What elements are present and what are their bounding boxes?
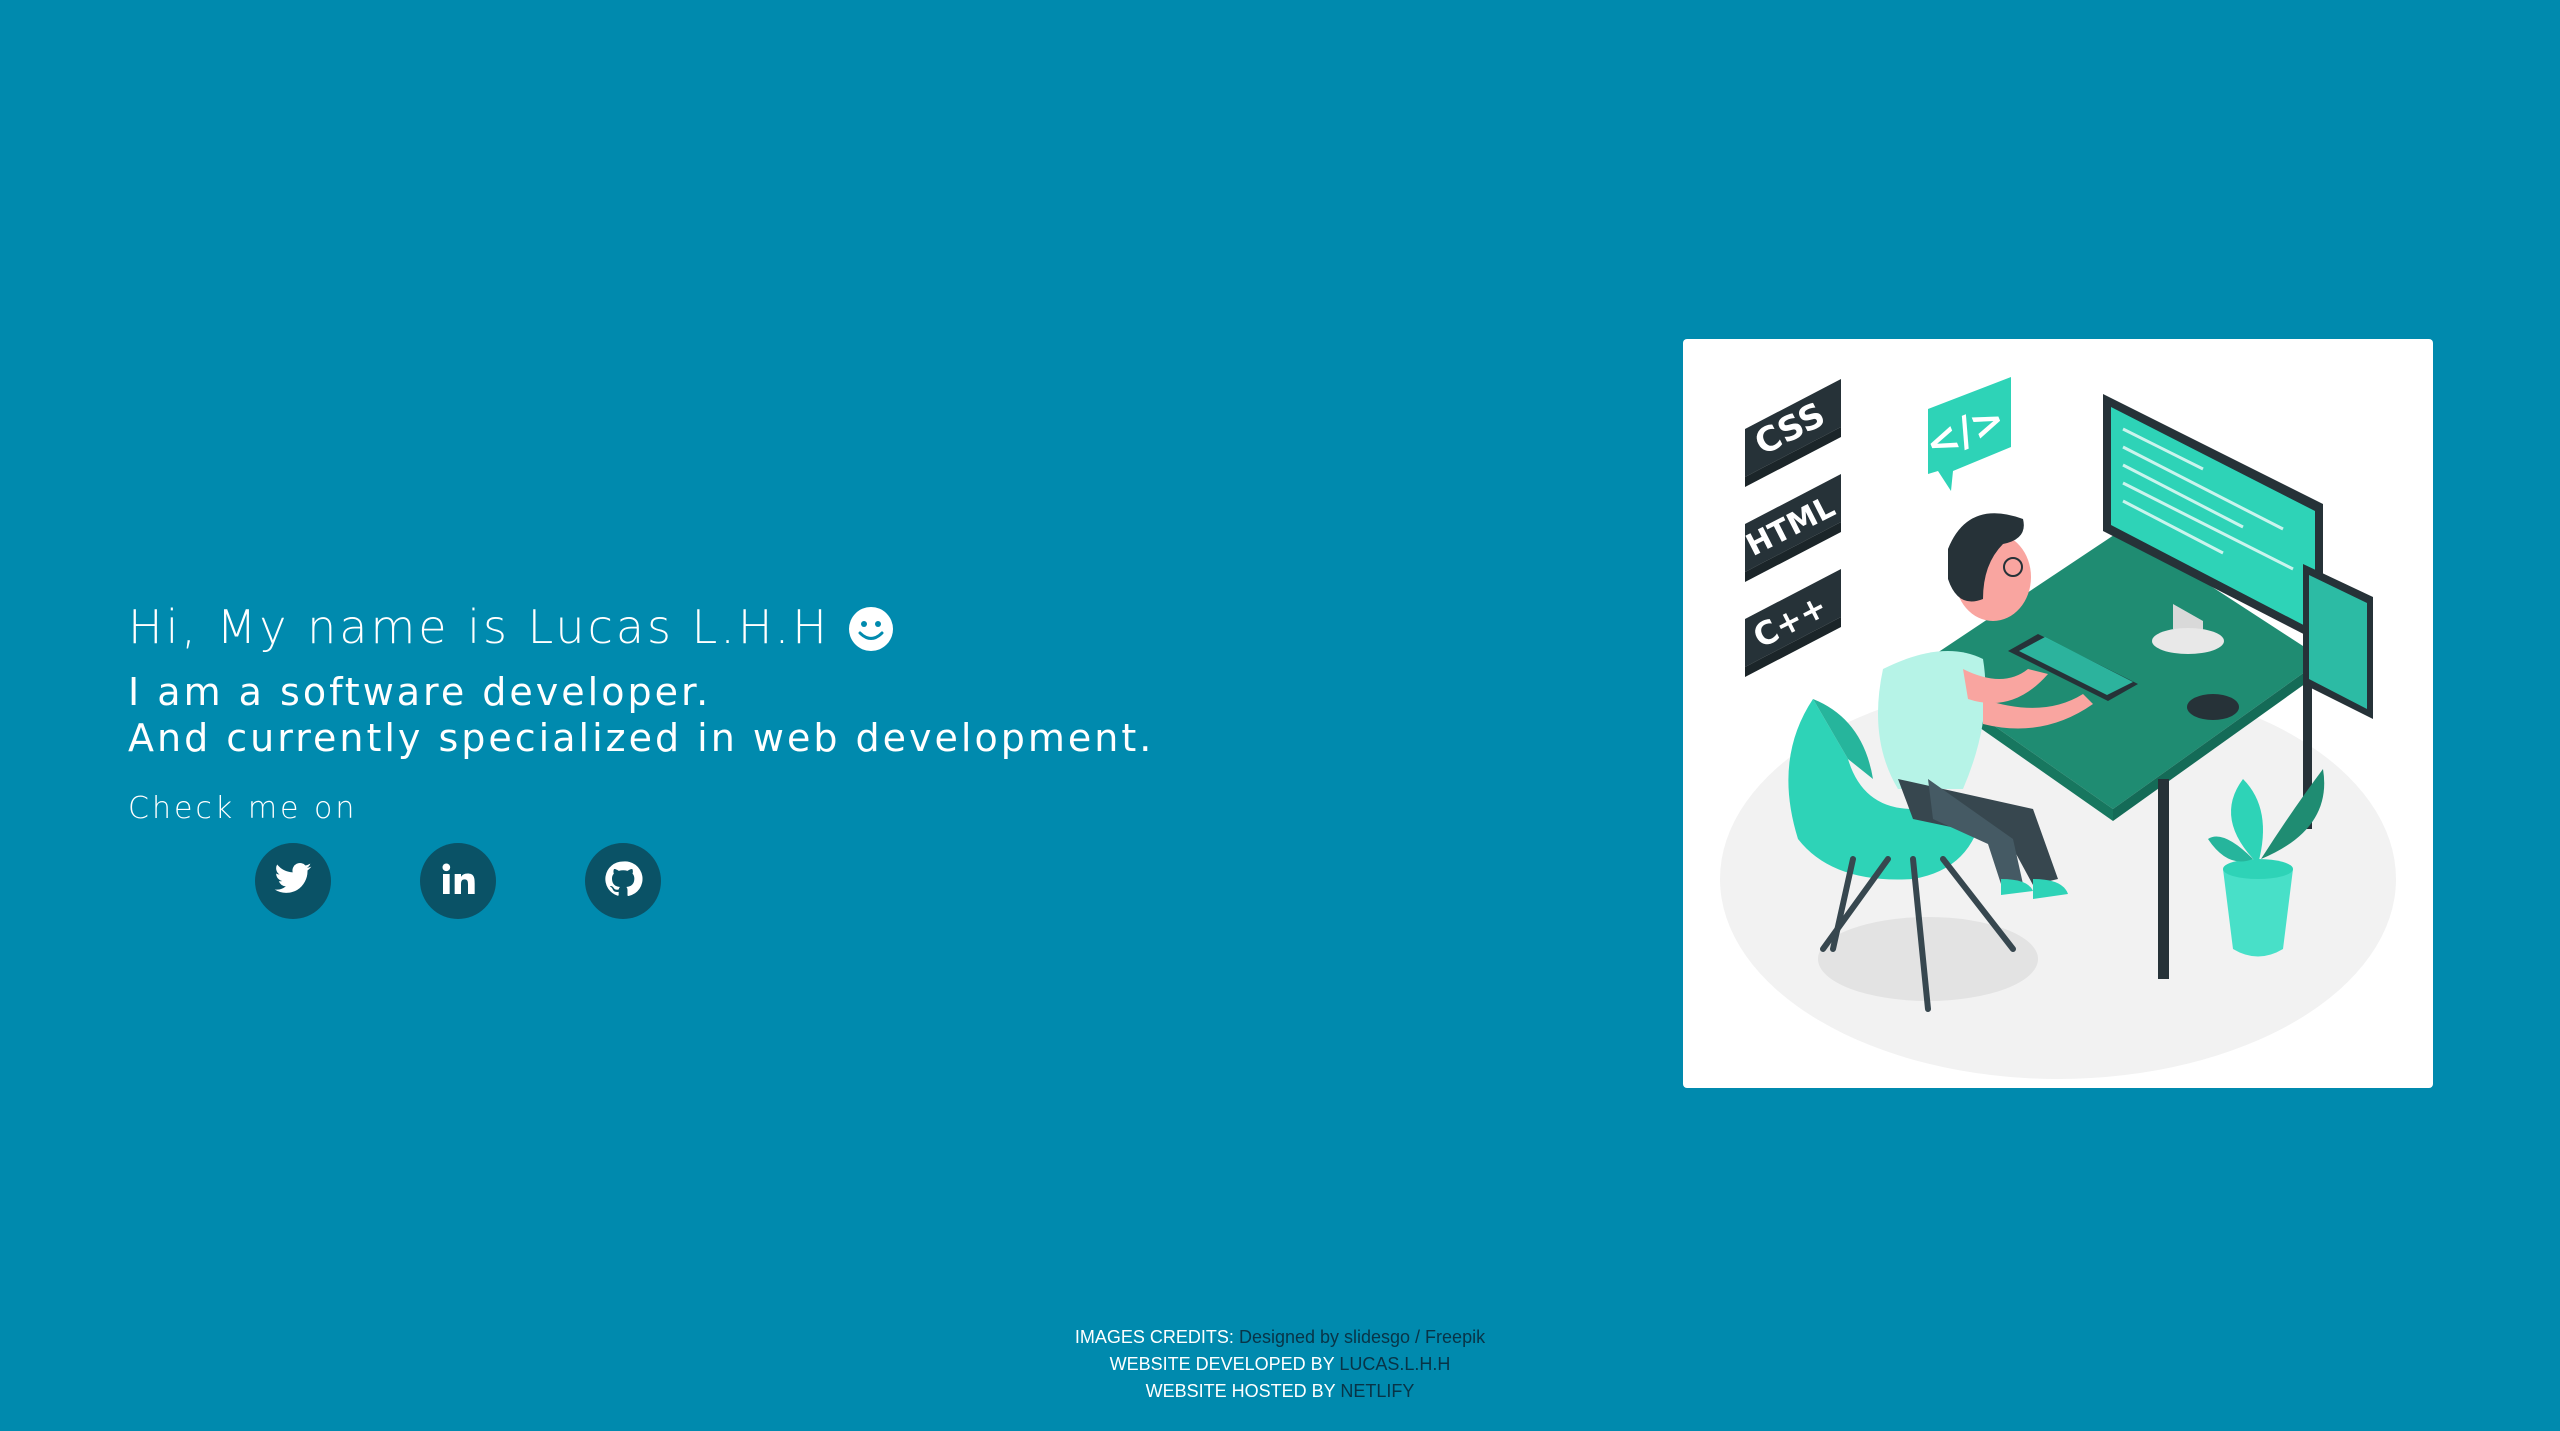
developer-illustration: CSS HTML C++ </> [1683,339,2433,1088]
footer-developed-link[interactable]: LUCAS.L.H.H [1339,1354,1450,1374]
twitter-button[interactable] [255,843,331,919]
footer-credits-label: IMAGES CREDITS: [1074,1327,1234,1347]
intro-line-1: I am a software developer. [128,670,712,714]
footer-developed-label: WEBSITE DEVELOPED BY [1109,1354,1335,1374]
css-tag: CSS [1745,379,1841,487]
cpp-tag: C++ [1745,569,1841,677]
social-links [0,843,800,919]
greeting-text: Hi, My name is Lucas L.H.H [128,600,830,654]
linkedin-icon [438,859,478,903]
footer-hosted-label: WEBSITE HOSTED BY [1145,1381,1336,1401]
github-icon [603,859,643,903]
greeting-heading: Hi, My name is Lucas L.H.H [128,595,1328,659]
footer-credits-link[interactable]: Designed by slidesgo / Freepik [1239,1327,1485,1347]
footer-developed: WEBSITE DEVELOPED BY LUCAS.L.H.H [0,1351,2560,1378]
intro-line-2: And currently specialized in web develop… [128,716,1155,760]
intro-section: Hi, My name is Lucas L.H.H I am a softwa… [128,595,1328,829]
linkedin-button[interactable] [420,843,496,919]
footer-hosted: WEBSITE HOSTED BY NETLIFY [0,1378,2560,1405]
check-me-on-label: Check me on [128,791,358,826]
github-button[interactable] [585,843,661,919]
twitter-icon [273,859,313,903]
code-bubble-icon: </> [1919,377,2012,491]
footer: IMAGES CREDITS: Designed by slidesgo / F… [0,1324,2560,1405]
footer-hosted-link[interactable]: NETLIFY [1340,1381,1414,1401]
smiley-icon [848,604,894,651]
html-tag: HTML [1741,474,1841,582]
footer-credits: IMAGES CREDITS: Designed by slidesgo / F… [0,1324,2560,1351]
